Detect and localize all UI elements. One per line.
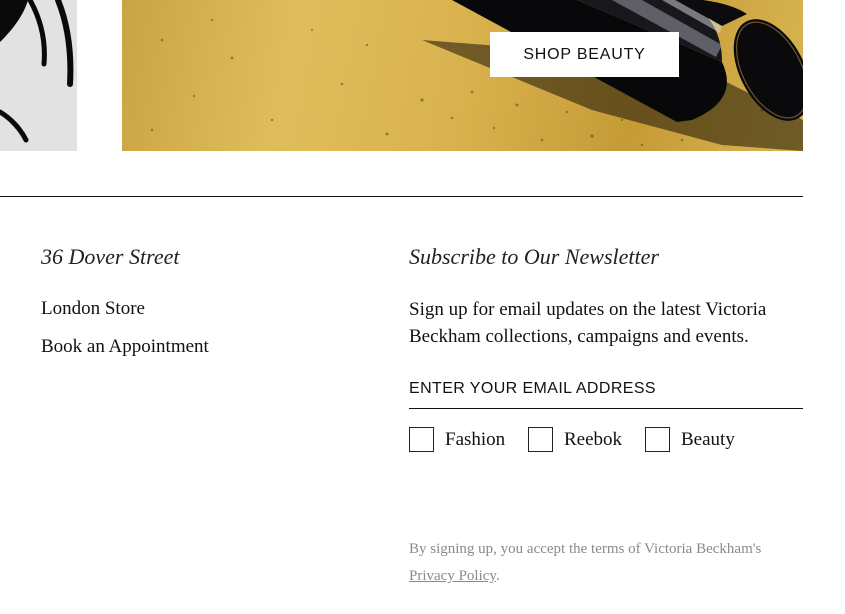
fashion-option[interactable]: Fashion [409, 427, 505, 452]
email-input[interactable] [409, 370, 803, 409]
newsletter-description: Sign up for email updates on the latest … [409, 299, 767, 347]
reebok-checkbox[interactable] [528, 427, 553, 452]
newsletter-heading: Subscribe to Our Newsletter [409, 244, 659, 269]
terms-period: . [495, 568, 500, 584]
book-appointment-link[interactable]: Book an Appointment [41, 336, 209, 358]
beauty-option[interactable]: Beauty [645, 427, 735, 452]
london-store-link[interactable]: London Store [41, 298, 145, 320]
beauty-checkbox[interactable] [645, 427, 670, 452]
terms-notice: By signing up, you accept the terms of V… [409, 536, 809, 590]
reebok-option[interactable]: Reebok [528, 427, 622, 452]
fashion-image[interactable] [0, 0, 77, 151]
footer-divider [0, 196, 803, 197]
store-heading: 36 Dover Street [41, 244, 180, 269]
beauty-banner[interactable]: VB SHOP BEAUTY [122, 0, 803, 151]
shop-beauty-button[interactable]: SHOP BEAUTY [490, 32, 679, 77]
terms-text: By signing up, you accept the terms of V… [409, 541, 762, 557]
reebok-label[interactable]: Reebok [564, 429, 622, 451]
fashion-checkbox[interactable] [409, 427, 434, 452]
fashion-label[interactable]: Fashion [445, 429, 505, 451]
privacy-policy-link[interactable]: Privacy Policy [409, 568, 496, 584]
beauty-label[interactable]: Beauty [681, 429, 735, 451]
